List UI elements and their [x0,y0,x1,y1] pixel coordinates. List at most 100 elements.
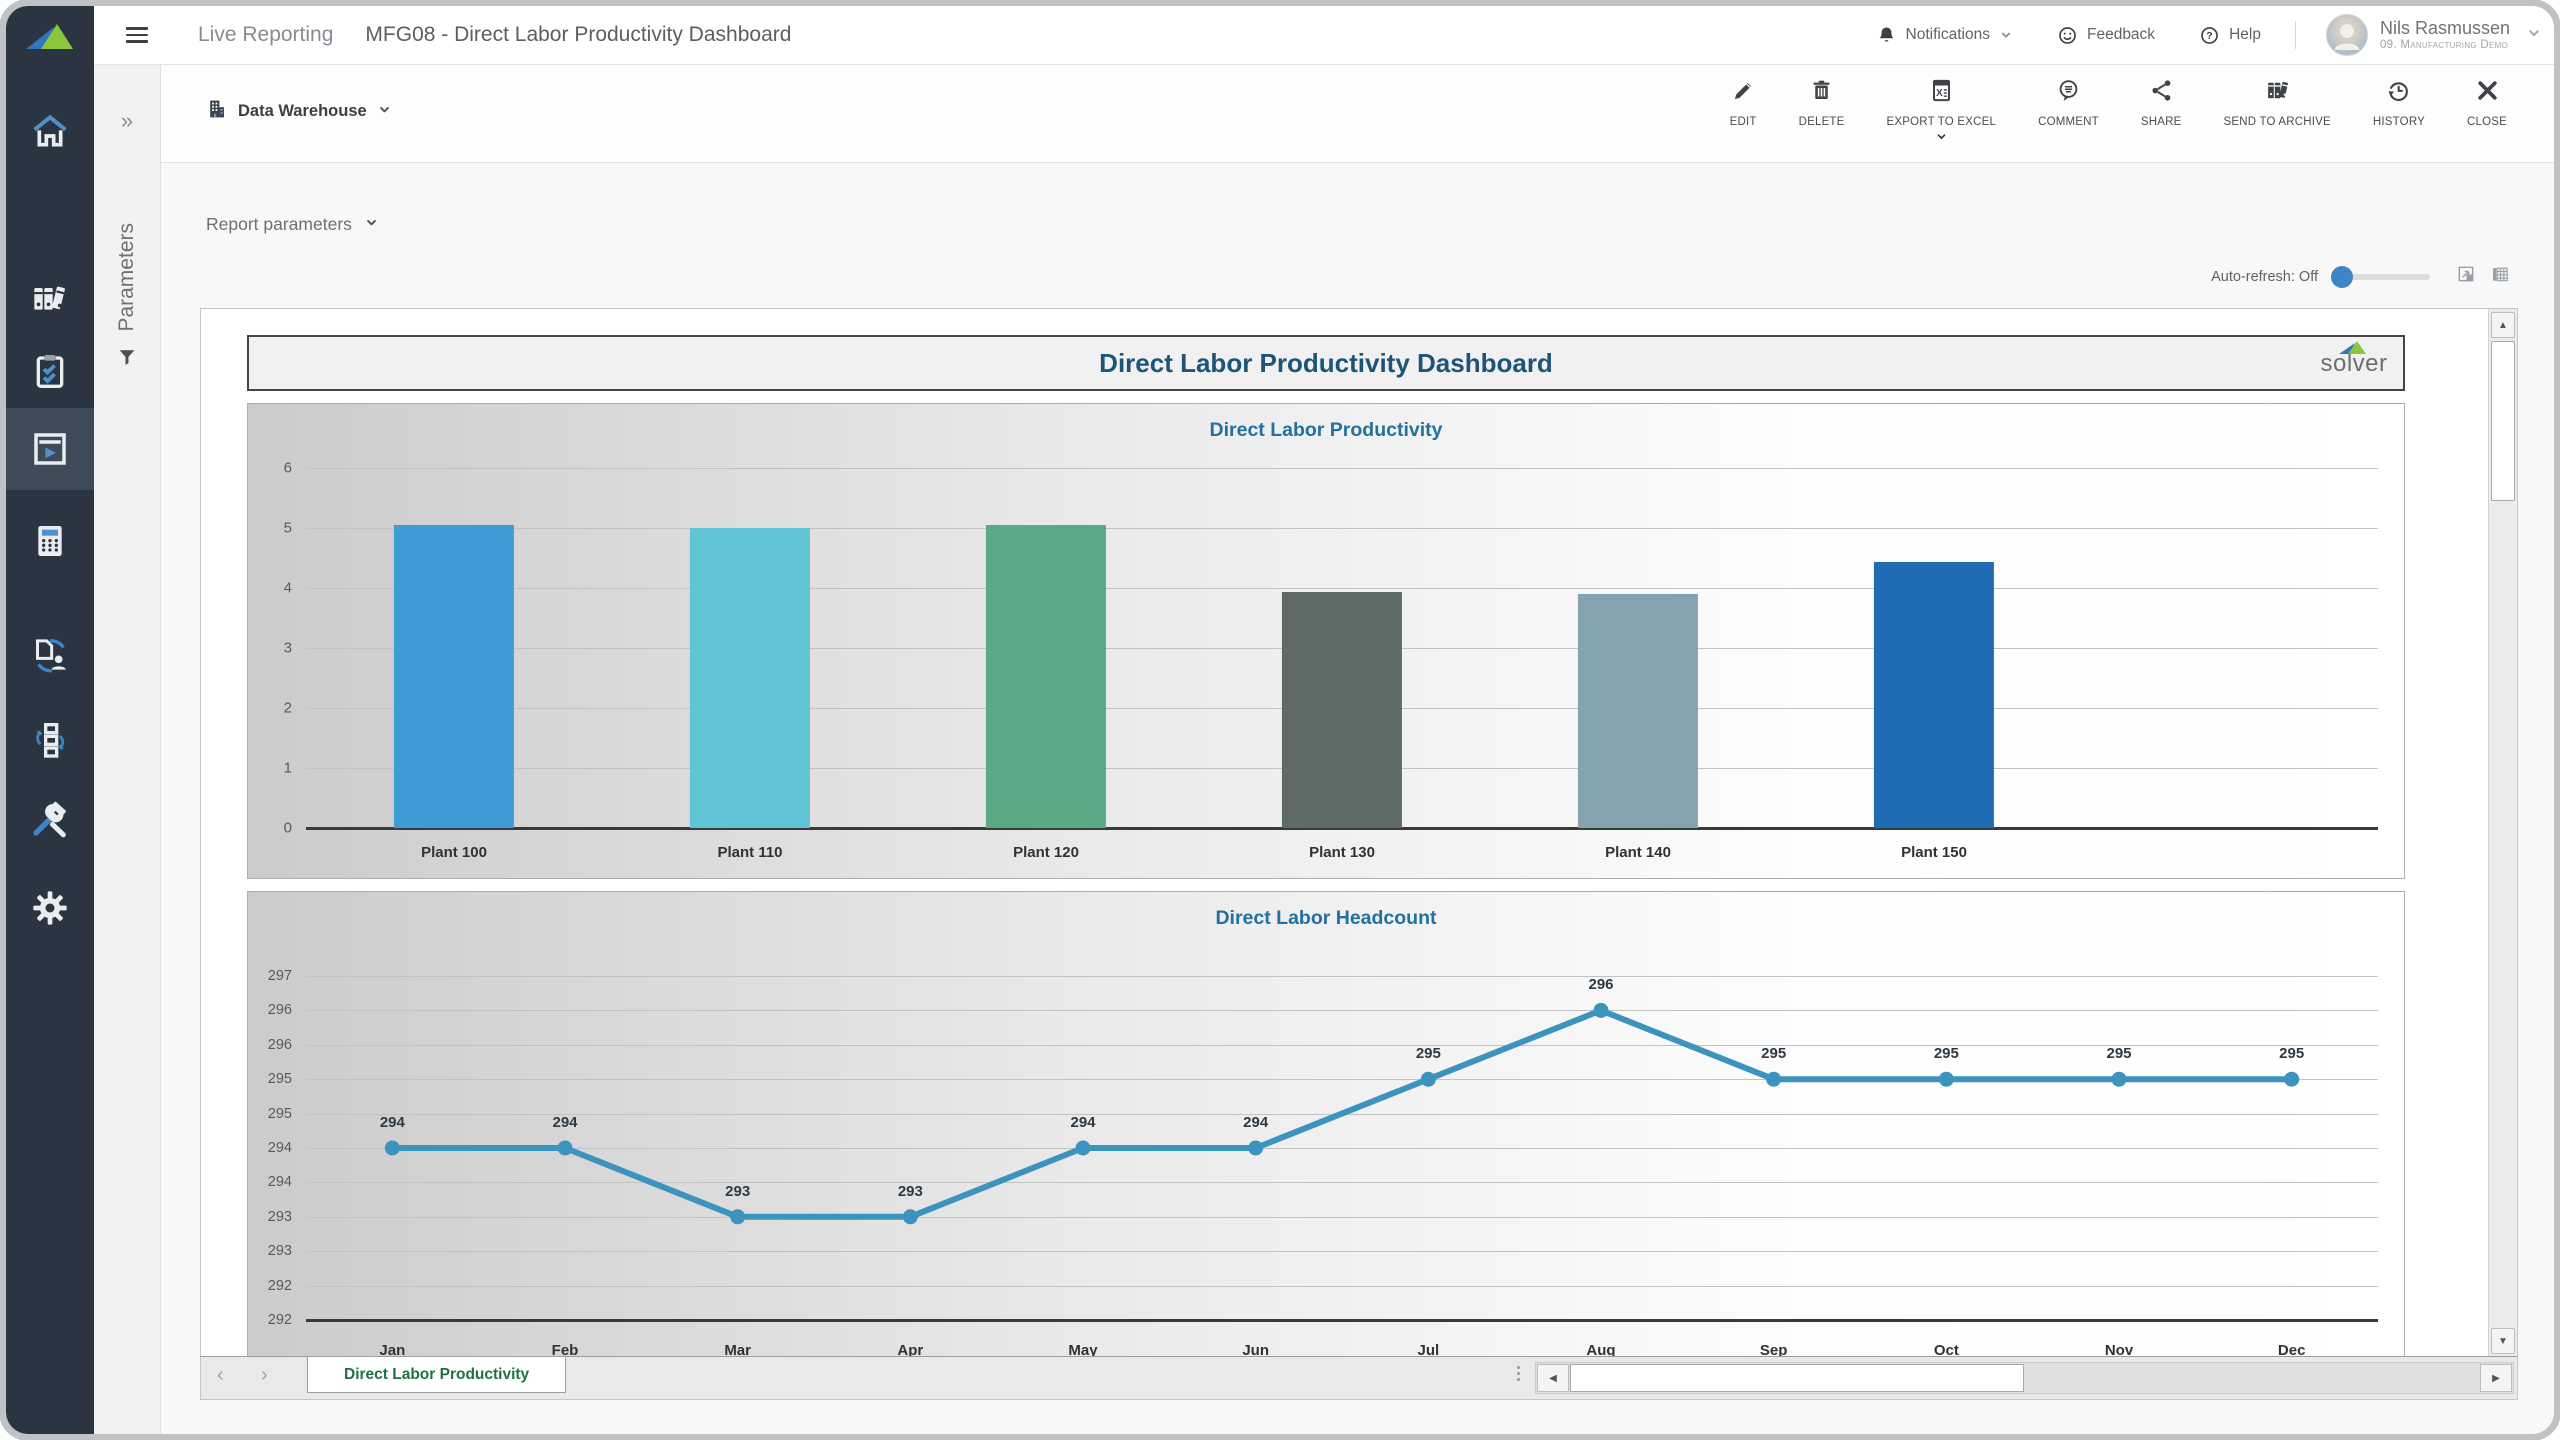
user-tenant: 09. Manufacturing Demo [2380,39,2510,52]
doc-sync-icon [30,635,70,675]
view-options [2456,264,2510,289]
report-parameters-label: Report parameters [206,214,352,235]
y-axis-tick-label: 297 [268,968,292,984]
bar-category-label: Plant 140 [1605,844,1671,861]
data-point-label: 295 [2279,1045,2304,1062]
bar-category-label: Plant 130 [1309,844,1375,861]
notifications-button[interactable]: Notifications [1876,25,2013,46]
vertical-scroll-thumb[interactable] [2491,341,2515,501]
sidebar-item-live-reporting[interactable] [6,408,94,490]
notifications-label: Notifications [1906,26,1990,44]
sidebar-item-process[interactable] [6,705,94,775]
line-chart-panel: Direct Labor Headcount 29729629629529529… [247,891,2405,1357]
y-axis-tick-label: 3 [284,640,292,657]
bar-category-label: Plant 110 [717,844,782,861]
report-toolbar: Data Warehouse EDIT DELETE XEXPORT TO EXCE… [160,64,2554,163]
comment-button[interactable]: COMMENT [2017,78,2120,148]
breadcrumb-page-title: MFG08 - Direct Labor Productivity Dashbo… [365,23,791,47]
bar-chart-panel: Direct Labor Productivity 6543210 Plant … [247,403,2405,879]
chevron-down-icon[interactable] [2526,25,2542,46]
chevron-down-icon [377,102,392,122]
filter-icon[interactable] [94,346,160,368]
sidebar-item-administration[interactable] [6,786,94,856]
export-to-excel-button[interactable]: XEXPORT TO EXCEL [1866,78,2018,148]
tab-scroll-right-button[interactable]: › [261,1364,268,1387]
edit-button[interactable]: EDIT [1709,78,1778,148]
auto-refresh-control: Auto-refresh: Off [2211,264,2510,289]
help-button[interactable]: ? Help [2199,25,2261,46]
help-label: Help [2229,26,2261,44]
y-axis-tick-label: 6 [284,460,292,477]
sidebar-item-archive[interactable] [6,263,94,333]
auto-refresh-slider[interactable] [2334,274,2430,280]
month-label: Jan [379,1342,405,1357]
popout-icon[interactable] [2456,264,2476,289]
sidebar-item-budgeting[interactable] [6,506,94,576]
history-button[interactable]: HISTORY [2352,78,2446,148]
month-label: Nov [2105,1342,2133,1357]
dashboard-title: Direct Labor Productivity Dashboard [249,337,2403,389]
y-axis-tick-label: 0 [284,820,292,837]
archive-icon [2265,78,2290,108]
feedback-button[interactable]: Feedback [2057,25,2155,46]
scroll-right-button[interactable]: ▶ [2480,1364,2512,1392]
table-view-icon[interactable] [2490,264,2510,289]
toolbar-actions: EDIT DELETE XEXPORT TO EXCELCOMMENTSHARESE… [1709,78,2528,148]
user-avatar[interactable] [2326,14,2368,56]
y-axis-tick-label: 292 [268,1312,292,1328]
data-point-label: 295 [1934,1045,1959,1062]
solver-watermark: solver [2317,339,2391,376]
hamburger-menu-icon[interactable] [126,23,148,47]
breadcrumb-section[interactable]: Live Reporting [198,23,333,47]
clipboard-check-icon [30,351,70,391]
y-axis-tick-label: 4 [284,580,292,597]
data-warehouse-selector[interactable]: Data Warehouse [206,98,392,125]
data-point-label: 296 [1588,976,1613,993]
expand-panel-button[interactable]: » [94,108,160,134]
delete-button[interactable]: DELETE [1778,78,1866,148]
month-label: Dec [2278,1342,2306,1357]
sheet-tab-direct-labor-productivity[interactable]: Direct Labor Productivity [307,1356,566,1393]
report-parameters-toggle[interactable]: Report parameters [206,214,379,235]
scrollbar-resize-handle[interactable] [1517,1366,1520,1381]
sidebar-item-home[interactable] [6,96,94,166]
horizontal-scroll-thumb[interactable] [1570,1364,2024,1392]
sidebar [6,6,94,1434]
scroll-left-button[interactable]: ◀ [1537,1364,1569,1392]
pencil-icon [1731,78,1756,108]
y-axis-tick-label: 296 [268,1002,292,1018]
slider-knob[interactable] [2331,266,2353,288]
process-icon [30,720,70,760]
topbar-divider [2295,21,2296,49]
live-report-icon [30,429,70,469]
month-label: Jun [1242,1342,1269,1357]
sidebar-item-settings[interactable] [6,873,94,943]
y-axis-tick-label: 5 [284,520,292,537]
horizontal-scrollbar[interactable]: ◀ ▶ [1535,1362,2514,1394]
bar-plant-110 [690,528,810,828]
solver-logo-icon[interactable] [6,16,94,60]
share-button[interactable]: SHARE [2120,78,2203,148]
close-button[interactable]: CLOSE [2446,78,2528,148]
bar-plant-100 [394,525,514,828]
sidebar-item-assignments[interactable] [6,336,94,406]
bar-plant-150 [1874,562,1994,828]
action-label: EDIT [1730,116,1757,128]
month-label: Sep [1760,1342,1788,1357]
close-icon [2475,78,2500,108]
user-menu[interactable]: Nils Rasmussen 09. Manufacturing Demo [2380,18,2510,52]
vertical-scrollbar[interactable]: ▲ ▼ [2488,309,2517,1357]
line-chart-category-axis: JanFebMarAprMayJunJulAugSepOctNovDec [306,1336,2378,1357]
tab-scroll-left-button[interactable]: ‹ [217,1364,224,1387]
tools-icon [30,801,70,841]
action-label: DELETE [1799,116,1845,128]
sidebar-item-collaboration[interactable] [6,620,94,690]
app-window: Live Reporting MFG08 - Direct Labor Prod… [6,6,2554,1434]
scroll-up-button[interactable]: ▲ [2491,312,2515,338]
y-axis-tick-label: 2 [284,700,292,717]
feedback-label: Feedback [2087,26,2155,44]
send-to-archive-button[interactable]: SEND TO ARCHIVE [2203,78,2352,148]
scroll-down-button[interactable]: ▼ [2491,1328,2515,1354]
action-label: HISTORY [2373,116,2425,128]
share-icon [2149,78,2174,108]
